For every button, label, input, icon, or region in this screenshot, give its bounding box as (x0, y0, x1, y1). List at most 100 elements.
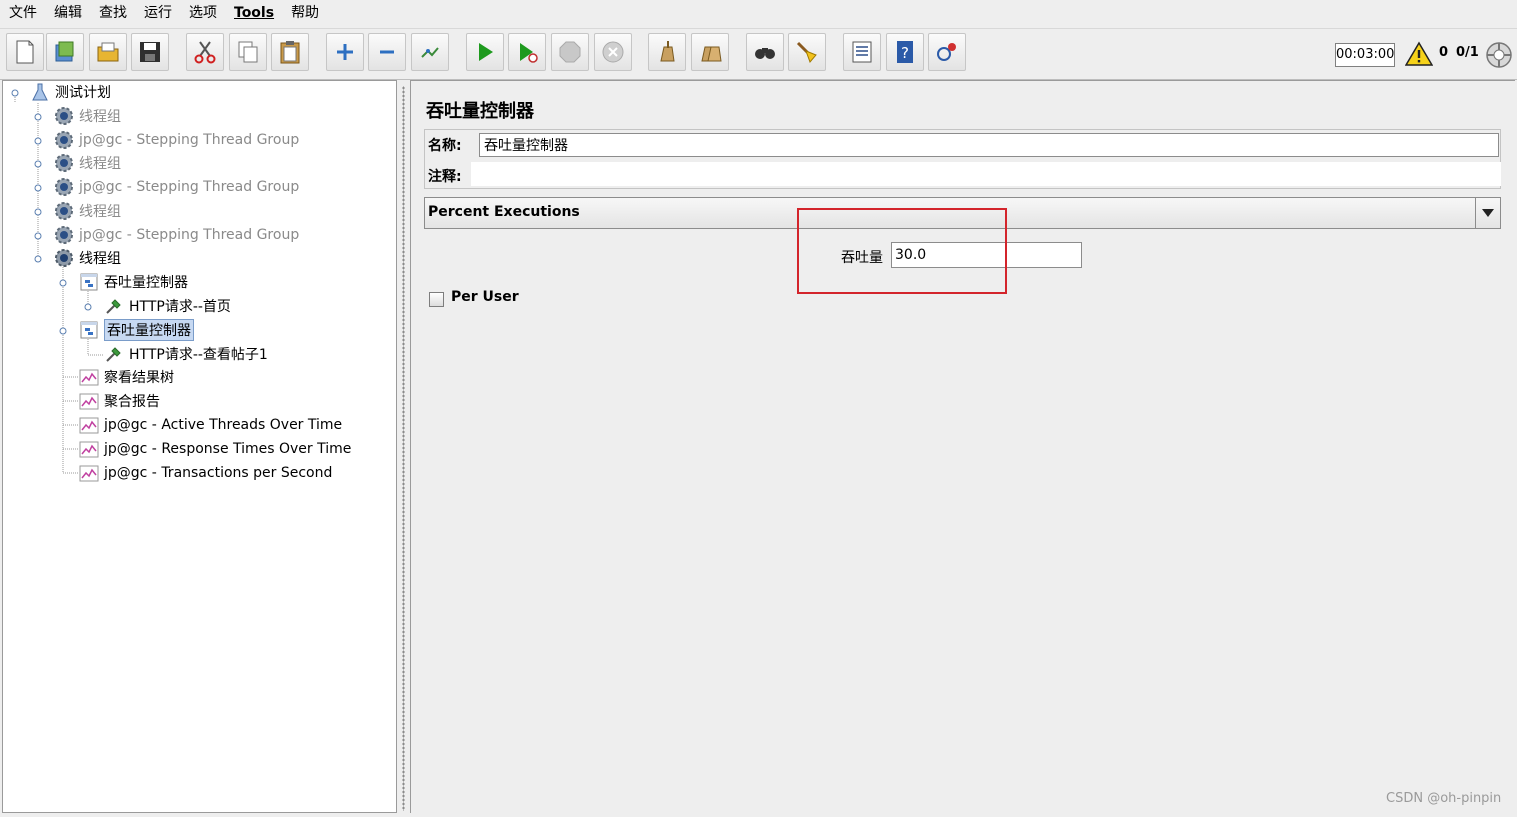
menu-run[interactable]: 运行 (135, 0, 180, 26)
cut-button[interactable] (186, 33, 224, 71)
start-icon (479, 43, 493, 61)
controller-icon (78, 272, 100, 292)
tree-item-thread-group-active[interactable]: 线程组 (53, 247, 121, 269)
save-button[interactable] (131, 33, 169, 71)
menu-tools[interactable]: Tools (225, 0, 282, 26)
menu-options[interactable]: 选项 (180, 0, 225, 26)
gear-icon (53, 225, 75, 245)
help-icon: ? (897, 41, 913, 63)
open-button[interactable] (89, 33, 127, 71)
save-icon (140, 42, 160, 62)
help-button[interactable]: ? (886, 33, 924, 71)
toggle-button[interactable] (411, 33, 449, 71)
tree-item-label: 线程组 (79, 251, 121, 267)
tree-item-aggregate-report[interactable]: 聚合报告 (78, 390, 160, 412)
tree-item-transactions-per-second[interactable]: jp@gc - Transactions per Second (78, 462, 332, 484)
error-count: 0 (1439, 45, 1449, 60)
open-icon (97, 42, 119, 62)
panel-title: 吞吐量控制器 (426, 101, 534, 122)
paste-icon (280, 41, 300, 64)
gear-icon (53, 201, 75, 221)
gear-icon (53, 153, 75, 173)
test-plan-tree[interactable]: 测试计划 线程组 jp@gc - Stepping Thread Group 线… (2, 80, 397, 813)
name-comment-group: 名称: 注释: (424, 129, 1501, 189)
execution-mode-value: Percent Executions (428, 204, 580, 220)
remote-button[interactable] (928, 33, 966, 71)
menu-help[interactable]: 帮助 (282, 0, 327, 26)
tree-item-label: jp@gc - Active Threads Over Time (104, 417, 343, 433)
new-icon (16, 40, 34, 64)
comment-field[interactable] (471, 162, 1501, 186)
tree-item-throughput-controller[interactable]: 吞吐量控制器 (78, 271, 188, 293)
function-helper-button[interactable] (843, 33, 881, 71)
start-no-pause-icon (520, 43, 538, 63)
tree-item-thread-group[interactable]: 线程组 (53, 152, 121, 174)
gear-icon (53, 177, 75, 197)
reset-search-icon (796, 41, 817, 63)
tree-item-view-results-tree[interactable]: 察看结果树 (78, 366, 174, 388)
sampler-icon (103, 344, 125, 364)
tree-item-http-request[interactable]: HTTP请求--查看帖子1 (103, 343, 268, 365)
tree-item-label: HTTP请求--查看帖子1 (129, 347, 268, 363)
menu-file[interactable]: 文件 (0, 0, 45, 26)
function-helper-icon (852, 41, 872, 63)
tree-item-response-times[interactable]: jp@gc - Response Times Over Time (78, 438, 351, 460)
expand-button[interactable] (326, 33, 364, 71)
tree-item-stepping-thread-group[interactable]: jp@gc - Stepping Thread Group (53, 176, 299, 198)
copy-button[interactable] (229, 33, 267, 71)
shutdown-button[interactable] (594, 33, 632, 71)
svg-text:?: ? (901, 44, 909, 62)
listener-icon (78, 391, 100, 411)
split-pane-divider[interactable] (399, 80, 408, 813)
collapse-button[interactable] (368, 33, 406, 71)
elapsed-timer: 00:03:00 (1335, 43, 1395, 67)
menu-search[interactable]: 查找 (90, 0, 135, 26)
splitter-grip (402, 86, 405, 811)
tree-item-http-request[interactable]: HTTP请求--首页 (103, 295, 231, 317)
per-user-checkbox[interactable] (429, 292, 444, 307)
clear-button[interactable] (648, 33, 686, 71)
start-no-pauses-button[interactable] (508, 33, 546, 71)
templates-icon (55, 41, 74, 62)
remote-icon (937, 43, 956, 61)
chevron-down-icon[interactable] (1475, 198, 1500, 228)
new-button[interactable] (6, 33, 44, 71)
stop-button[interactable] (551, 33, 589, 71)
menu-edit[interactable]: 编辑 (45, 0, 90, 26)
tree-item-thread-group[interactable]: 线程组 (53, 105, 121, 127)
listener-icon (78, 415, 100, 435)
tree-item-stepping-thread-group[interactable]: jp@gc - Stepping Thread Group (53, 224, 299, 246)
templates-button[interactable] (46, 33, 84, 71)
collapse-icon (380, 50, 394, 54)
tree-item-label: 线程组 (79, 109, 121, 125)
copy-icon (238, 41, 258, 63)
controller-icon (78, 320, 100, 340)
tree-item-test-plan[interactable]: 测试计划 (29, 81, 111, 103)
tree-item-active-threads[interactable]: jp@gc - Active Threads Over Time (78, 414, 342, 436)
expand-icon (337, 44, 353, 60)
tree-item-thread-group[interactable]: 线程组 (53, 200, 121, 222)
tree-item-label: 测试计划 (55, 85, 111, 101)
warning-icon[interactable] (1405, 41, 1433, 67)
gear-icon (53, 130, 75, 150)
gear-icon (53, 248, 75, 268)
tree-item-stepping-thread-group[interactable]: jp@gc - Stepping Thread Group (53, 129, 299, 151)
clear-icon (660, 41, 675, 62)
tree-item-throughput-controller-selected[interactable]: 吞吐量控制器 (78, 319, 194, 341)
active-threads-count: 0/1 (1456, 45, 1479, 60)
tree-item-label: 吞吐量控制器 (104, 275, 188, 291)
run-status-icon (1486, 42, 1512, 68)
name-label: 名称: (428, 138, 462, 154)
tree-item-label: jp@gc - Response Times Over Time (104, 441, 352, 457)
stop-icon (559, 41, 581, 63)
per-user-label[interactable]: Per User (451, 289, 519, 305)
reset-search-button[interactable] (788, 33, 826, 71)
watermark: CSDN @oh-pinpin (1386, 791, 1502, 806)
search-button[interactable] (746, 33, 784, 71)
start-button[interactable] (466, 33, 504, 71)
name-field[interactable] (479, 133, 1499, 157)
tree-item-label: 线程组 (79, 204, 121, 220)
paste-button[interactable] (271, 33, 309, 71)
comment-label: 注释: (428, 169, 462, 185)
clear-all-button[interactable] (691, 33, 729, 71)
